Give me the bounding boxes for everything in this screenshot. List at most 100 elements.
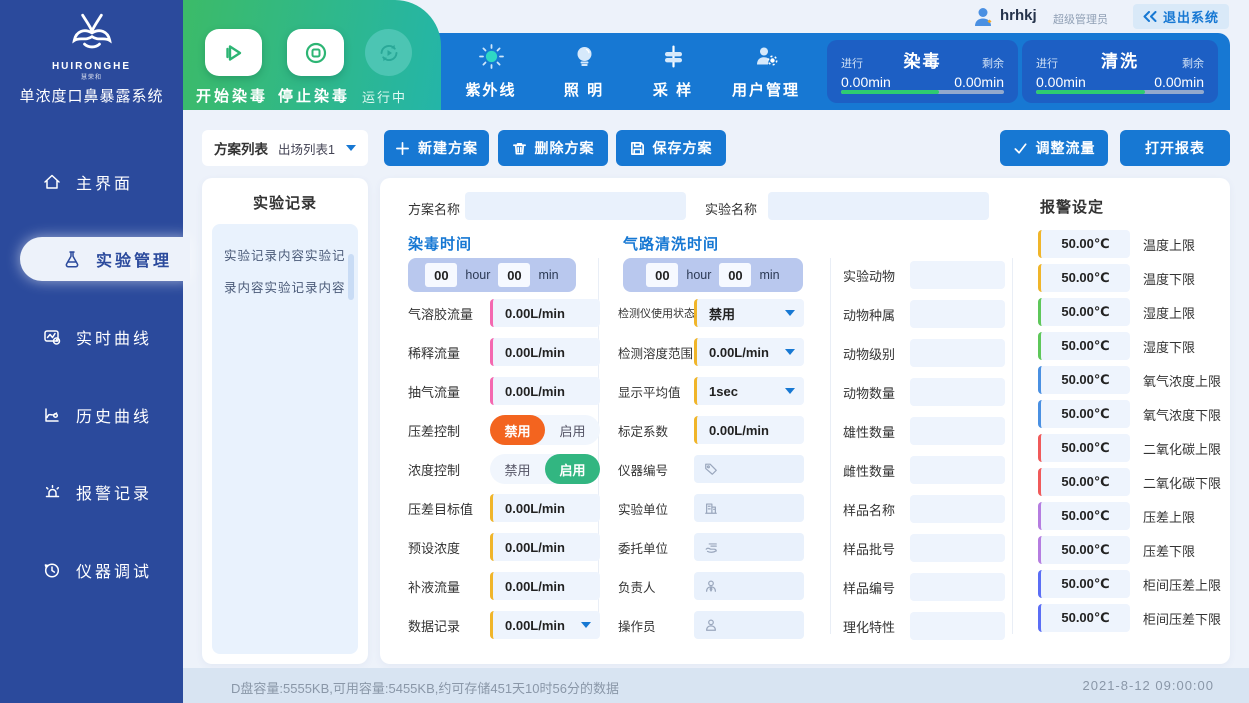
text-input[interactable] bbox=[910, 495, 1005, 523]
alarm-row: 50.00℃ 二氧化碳下限 bbox=[1038, 468, 1221, 496]
toggle-option-enable[interactable]: 启用 bbox=[545, 454, 600, 484]
display-average-select[interactable]: 1sec bbox=[694, 377, 804, 405]
concentration-control-toggle[interactable]: 禁用 启用 bbox=[490, 454, 600, 484]
experiment-name-input[interactable] bbox=[768, 192, 989, 220]
alarm-limit-input[interactable]: 50.00℃ bbox=[1038, 536, 1130, 564]
alarm-limit-input[interactable]: 50.00℃ bbox=[1038, 230, 1130, 258]
plan-name-input[interactable] bbox=[465, 192, 686, 220]
alarm-limit-input[interactable]: 50.00℃ bbox=[1038, 366, 1130, 394]
chevron-down-icon bbox=[785, 388, 795, 394]
alarm-limit-input[interactable]: 50.00℃ bbox=[1038, 604, 1130, 632]
text-input[interactable] bbox=[910, 339, 1005, 367]
sidebar-item-label: 实验管理 bbox=[96, 247, 172, 271]
user-avatar bbox=[972, 5, 996, 29]
field-label: 显示平均值 bbox=[618, 382, 694, 401]
control-toolbar: 开始染毒 停止染毒 运行中 bbox=[183, 0, 441, 110]
toggle-option-enable[interactable]: 启用 bbox=[545, 415, 600, 445]
hour-unit-label: hour bbox=[686, 268, 711, 282]
clean-min-input[interactable]: 00 bbox=[719, 263, 751, 287]
alarm-limit-label: 湿度下限 bbox=[1143, 337, 1195, 356]
calibration-factor-input[interactable]: 0.00L/min bbox=[694, 416, 804, 444]
plan-list-select[interactable]: 方案列表 出场列表1 bbox=[202, 130, 368, 166]
text-input[interactable] bbox=[910, 417, 1005, 445]
field-label: 样品名称 bbox=[843, 500, 903, 519]
pressure-target-input[interactable]: 0.00L/min bbox=[490, 494, 600, 522]
clean-time-spinner[interactable]: 00 hour 00 min bbox=[623, 258, 803, 292]
data-record-select[interactable]: 0.00L/min bbox=[490, 611, 600, 639]
instrument-number-input[interactable] bbox=[694, 455, 804, 483]
record-item: 实验记录内容实验记录内容实验记录内容 bbox=[224, 240, 346, 304]
records-list[interactable]: 实验记录内容实验记录内容实验记录内容 bbox=[212, 224, 358, 654]
toggle-option-disable[interactable]: 禁用 bbox=[490, 415, 545, 445]
dilution-flow-input[interactable]: 0.00L/min bbox=[490, 338, 600, 366]
save-plan-button[interactable]: 保存方案 bbox=[616, 130, 726, 166]
alarm-limit-input[interactable]: 50.00℃ bbox=[1038, 434, 1130, 462]
new-plan-button[interactable]: 新建方案 bbox=[384, 130, 489, 166]
person-in-charge-input[interactable] bbox=[694, 572, 804, 600]
preset-concentration-input[interactable]: 0.00L/min bbox=[490, 533, 600, 561]
running-status-button[interactable] bbox=[365, 29, 412, 76]
logo-name: HUIRONGHE bbox=[0, 61, 183, 72]
person-tie-icon bbox=[704, 579, 718, 593]
alarm-limit-label: 柜间压差下限 bbox=[1143, 609, 1221, 628]
alarm-limit-label: 二氧化碳下限 bbox=[1143, 473, 1221, 492]
sidebar-item-history-curve[interactable]: 历史曲线 bbox=[0, 393, 183, 437]
detection-range-select[interactable]: 0.00L/min bbox=[694, 338, 804, 366]
experiment-unit-input[interactable] bbox=[694, 494, 804, 522]
logout-button[interactable]: 退出系统 bbox=[1133, 4, 1229, 29]
pressure-control-toggle[interactable]: 禁用 启用 bbox=[490, 415, 600, 445]
alarm-limit-label: 氧气浓度上限 bbox=[1143, 371, 1221, 390]
clean-hour-input[interactable]: 00 bbox=[646, 263, 678, 287]
entrust-unit-input[interactable] bbox=[694, 533, 804, 561]
sidebar-item-experiment[interactable]: 实验管理 bbox=[20, 237, 190, 281]
poison-time-spinner[interactable]: 00 hour 00 min bbox=[408, 258, 576, 292]
alarm-limit-label: 湿度上限 bbox=[1143, 303, 1195, 322]
alarm-limit-input[interactable]: 50.00℃ bbox=[1038, 468, 1130, 496]
sidebar-item-alarm-records[interactable]: 报警记录 bbox=[0, 470, 183, 514]
poison-hour-input[interactable]: 00 bbox=[425, 263, 457, 287]
refill-flow-input[interactable]: 0.00L/min bbox=[490, 572, 600, 600]
field-label: 样品编号 bbox=[843, 578, 903, 597]
records-scrollbar[interactable] bbox=[348, 254, 354, 300]
poison-progress-bar bbox=[841, 90, 1004, 94]
alarm-limit-input[interactable]: 50.00℃ bbox=[1038, 264, 1130, 292]
logout-arrow-icon bbox=[1143, 11, 1157, 23]
alarm-limit-label: 压差下限 bbox=[1143, 541, 1195, 560]
text-input[interactable] bbox=[910, 300, 1005, 328]
field-label: 动物种属 bbox=[843, 305, 903, 324]
detector-status-select[interactable]: 禁用 bbox=[694, 299, 804, 327]
text-input[interactable] bbox=[910, 261, 1005, 289]
alarm-limit-label: 柜间压差上限 bbox=[1143, 575, 1221, 594]
form-row: 动物数量 bbox=[843, 378, 1008, 406]
alarm-limit-input[interactable]: 50.00℃ bbox=[1038, 298, 1130, 326]
field-label: 检测溶度范围 bbox=[618, 343, 694, 362]
text-input[interactable] bbox=[910, 612, 1005, 640]
stop-exposure-button[interactable] bbox=[287, 29, 344, 76]
adjust-flow-button[interactable]: 调整流量 bbox=[1000, 130, 1108, 166]
toggle-option-disable[interactable]: 禁用 bbox=[490, 454, 545, 484]
alarm-limit-input[interactable]: 50.00℃ bbox=[1038, 400, 1130, 428]
delete-plan-button[interactable]: 删除方案 bbox=[498, 130, 608, 166]
sidebar-item-home[interactable]: 主界面 bbox=[0, 160, 183, 204]
alarm-limit-input[interactable]: 50.00℃ bbox=[1038, 570, 1130, 598]
open-report-button[interactable]: 打开报表 bbox=[1120, 130, 1230, 166]
sidebar-item-instrument-debug[interactable]: 仪器调试 bbox=[0, 548, 183, 592]
poison-min-input[interactable]: 00 bbox=[498, 263, 530, 287]
company-logo-icon bbox=[64, 10, 120, 54]
exhaust-flow-input[interactable]: 0.00L/min bbox=[490, 377, 600, 405]
alarm-limit-input[interactable]: 50.00℃ bbox=[1038, 332, 1130, 360]
text-input[interactable] bbox=[910, 456, 1005, 484]
light-bulb-icon bbox=[571, 43, 598, 70]
operator-input[interactable] bbox=[694, 611, 804, 639]
sidebar-item-realtime-curve[interactable]: 实时曲线 bbox=[0, 315, 183, 359]
text-input[interactable] bbox=[910, 534, 1005, 562]
start-exposure-button[interactable] bbox=[205, 29, 262, 76]
aerosol-flow-input[interactable]: 0.00L/min bbox=[490, 299, 600, 327]
alarm-limit-input[interactable]: 50.00℃ bbox=[1038, 502, 1130, 530]
user-management-button[interactable]: 用户管理 bbox=[711, 43, 821, 100]
min-unit-label: min bbox=[538, 268, 558, 282]
text-input[interactable] bbox=[910, 573, 1005, 601]
instrument-debug-icon bbox=[42, 560, 62, 580]
text-input[interactable] bbox=[910, 378, 1005, 406]
sidebar: HUIRONGHE 慧荣和 单浓度口鼻暴露系统 主界面 实验管理 实时曲线 历史… bbox=[0, 0, 183, 703]
